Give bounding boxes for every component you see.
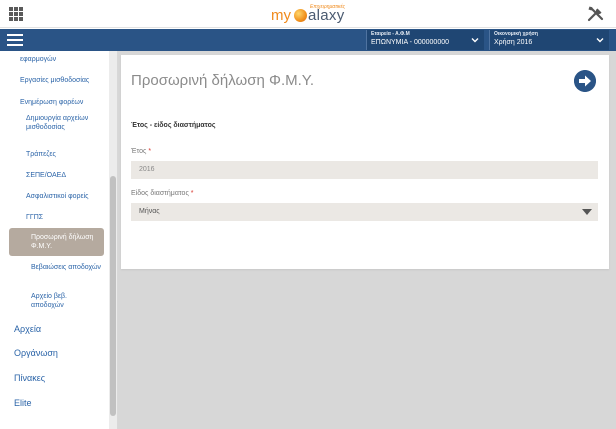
- sidebar-item-files[interactable]: Αρχεία: [14, 325, 41, 334]
- fiscal-year-selector[interactable]: Οικονομική χρήση Χρήση 2016: [489, 30, 609, 50]
- period-type-select[interactable]: Μήνας: [131, 203, 598, 221]
- sidebar-item-earnings-certificates[interactable]: Βεβαιώσεις αποδοχών: [31, 263, 101, 272]
- year-field-label: Έτος *: [131, 148, 152, 155]
- chevron-down-icon: [596, 38, 604, 43]
- section-title: Έτος - είδος διαστήματος: [131, 122, 216, 129]
- period-type-value: Μήνας: [139, 208, 160, 215]
- year-input[interactable]: 2016: [131, 161, 598, 179]
- company-selector[interactable]: Εταιρεία - Α.Φ.Μ ΕΠΩΝΥΜΙΑ - 000000000: [366, 30, 484, 50]
- sidebar-scrollbar-thumb[interactable]: [110, 176, 116, 416]
- sidebar-item-temp-fmy-declaration[interactable]: Προσωρινή δήλωση Φ.Μ.Υ.: [9, 228, 104, 256]
- top-bar: my alaxy Επιχειρηματικές: [0, 0, 616, 28]
- apps-grid-icon[interactable]: [9, 7, 23, 21]
- fiscal-year-value: Χρήση 2016: [494, 39, 533, 46]
- sidebar-item-insurance-agencies[interactable]: Ασφαλιστικοί φορείς: [26, 192, 89, 201]
- logo-circle-icon: [294, 9, 307, 22]
- sidebar-item-applications[interactable]: εφαρμογών: [20, 55, 56, 64]
- sidebar-item-organization[interactable]: Οργάνωση: [14, 349, 58, 358]
- fiscal-year-label: Οικονομική χρήση: [494, 31, 538, 37]
- next-arrow-button[interactable]: [574, 70, 596, 92]
- required-mark: *: [190, 190, 194, 197]
- company-selector-value: ΕΠΩΝΥΜΙΑ - 000000000: [371, 39, 449, 46]
- required-mark: *: [148, 148, 152, 155]
- chevron-down-icon: [471, 38, 479, 43]
- sidebar-item-sepe-oaed[interactable]: ΣΕΠΕ/ΟΑΕΔ: [26, 171, 66, 180]
- menu-hamburger-icon[interactable]: [7, 34, 23, 46]
- tools-icon[interactable]: [587, 5, 605, 23]
- company-selector-label: Εταιρεία - Α.Φ.Μ: [371, 31, 410, 37]
- sidebar-item-payroll-tasks[interactable]: Εργασίες μισθοδοσίας: [20, 76, 89, 85]
- sidebar-item-earnings-cert-file[interactable]: Αρχείο βεβ. αποδοχών: [31, 292, 101, 310]
- sidebar-item-create-payroll-files[interactable]: Δημιουργία αρχείων μισθοδοσίας: [26, 114, 106, 132]
- mygalaxy-logo: my alaxy Επιχειρηματικές: [271, 4, 346, 24]
- main-navbar: Εταιρεία - Α.Φ.Μ ΕΠΩΝΥΜΙΑ - 000000000 Οι…: [0, 29, 616, 51]
- dropdown-arrow-icon: [582, 209, 592, 215]
- sidebar-item-banks[interactable]: Τράπεζες: [26, 150, 56, 159]
- sidebar: εφαρμογών Εργασίες μισθοδοσίας Ενημέρωση…: [0, 51, 118, 429]
- page-title: Προσωρινή δήλωση Φ.Μ.Υ.: [131, 72, 315, 89]
- sidebar-item-update-agencies[interactable]: Ενημέρωση φορέων: [20, 98, 83, 107]
- sidebar-item-ggps[interactable]: ΓΓΠΣ: [26, 213, 43, 222]
- sidebar-item-elite[interactable]: Elite: [14, 399, 32, 408]
- sidebar-item-tables[interactable]: Πίνακες: [14, 374, 45, 383]
- period-field-label: Είδος διαστήματος *: [131, 190, 194, 197]
